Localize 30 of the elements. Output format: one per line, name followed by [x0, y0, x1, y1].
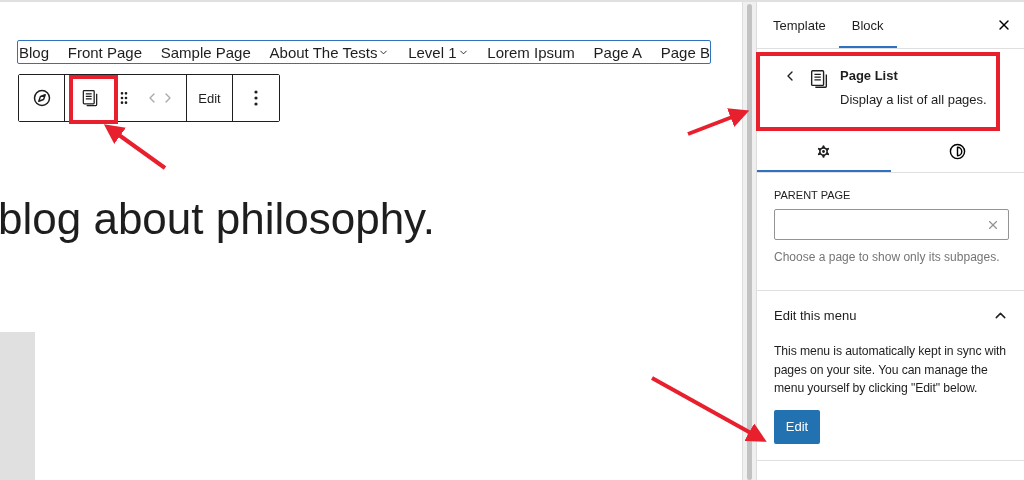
annotation-arrow [687, 108, 750, 136]
panel-header[interactable]: Edit this menu [774, 308, 1009, 322]
menu-item[interactable]: Front Page [67, 43, 142, 61]
menu-item[interactable]: Page B [660, 43, 710, 61]
menu-item[interactable]: Blog [19, 43, 50, 61]
compass-button[interactable] [19, 75, 65, 121]
annotation-arrow [103, 124, 167, 170]
panel-description: This menu is automatically kept in sync with pages on your site. You can manage the menu yourself by clicking "Edit" below. [774, 343, 1007, 398]
block-description: Display a list of all pages. [840, 92, 987, 107]
sidebar-tab[interactable]: Block [838, 2, 897, 48]
page-heading: blog about philosophy. [0, 194, 437, 244]
page-list-icon [80, 88, 100, 108]
settings-icon [815, 142, 833, 160]
menu-item[interactable]: About The Tests [269, 43, 390, 61]
compass-icon [32, 89, 51, 107]
highlight-frame [69, 75, 118, 124]
scrollbar[interactable] [742, 2, 757, 480]
field-label: PARENT PAGE [774, 189, 852, 201]
page-list-icon [808, 68, 830, 90]
menu-item[interactable]: Page A [593, 43, 642, 61]
menu-item[interactable]: Level 1 [408, 43, 469, 61]
more-icon [254, 90, 258, 106]
help-text: Choose a page to show only its subpages. [774, 250, 1001, 266]
contrast-icon [948, 142, 966, 160]
parent-page-field[interactable] [774, 209, 1009, 240]
block-title: Page List [840, 68, 899, 83]
menu-item[interactable]: Lorem Ipsum [487, 43, 575, 61]
sidebar-tab[interactable]: Template [760, 2, 839, 48]
menu-item[interactable]: Sample Page [160, 43, 251, 61]
edit-menu-button[interactable]: Edit [774, 409, 820, 444]
